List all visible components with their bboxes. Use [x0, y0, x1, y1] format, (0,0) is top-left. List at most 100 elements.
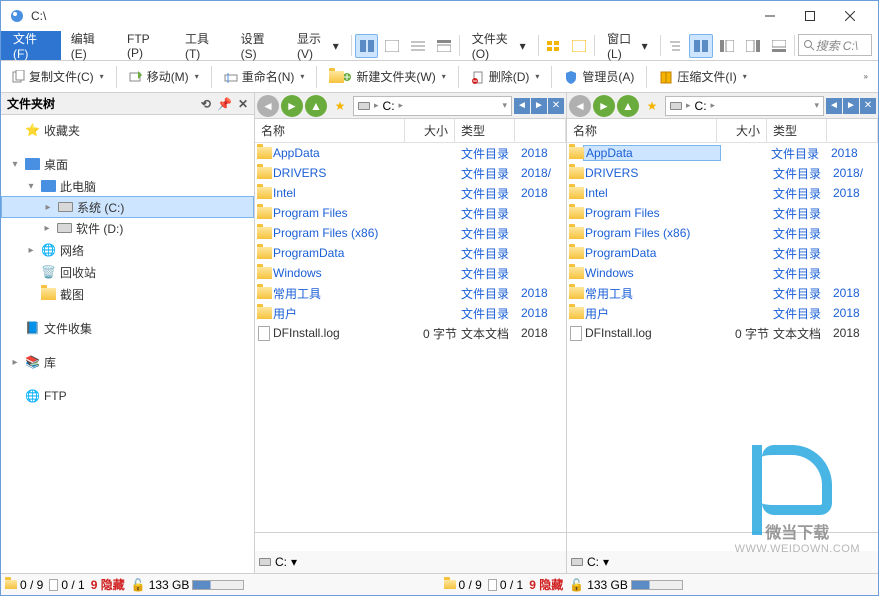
- list-item[interactable]: Windows 文件目录: [255, 263, 566, 283]
- folder-icon: [569, 227, 584, 239]
- menu-window[interactable]: 窗口(L)▾: [597, 31, 658, 60]
- library-icon: 📚: [25, 355, 40, 369]
- list-item[interactable]: DRIVERS 文件目录 2018/: [567, 163, 878, 183]
- move-button[interactable]: 移动(M)▾: [123, 65, 205, 89]
- layout-single-button[interactable]: [380, 34, 404, 58]
- tree-body[interactable]: ⭐收藏夹 ▾桌面 ▾此电脑 ▸系统 (C:) ▸软件 (D:) ▸🌐网络 🗑️回…: [1, 115, 254, 573]
- list-item[interactable]: Program Files 文件目录: [255, 203, 566, 223]
- admin-button[interactable]: 管理员(A): [558, 65, 640, 89]
- menu-settings[interactable]: 设置(S): [231, 31, 287, 60]
- nav-forward-button[interactable]: ►: [281, 95, 303, 117]
- col-type: 类型: [455, 119, 515, 142]
- tree-close-icon[interactable]: ✕: [238, 97, 248, 111]
- list-item[interactable]: AppData 文件目录 2018: [255, 143, 566, 163]
- tree-favorites[interactable]: ⭐收藏夹: [1, 119, 254, 141]
- nav-favorite-button[interactable]: ★: [329, 95, 351, 117]
- tree-desktop[interactable]: ▾桌面: [1, 153, 254, 175]
- list-item[interactable]: Program Files (x86) 文件目录: [255, 223, 566, 243]
- list-item[interactable]: Intel 文件目录 2018: [567, 183, 878, 203]
- ftp-icon: 🌐: [25, 389, 40, 403]
- tree-thispc[interactable]: ▾此电脑: [1, 175, 254, 197]
- list-item[interactable]: ProgramData 文件目录: [567, 243, 878, 263]
- nav-forward-button[interactable]: ►: [593, 95, 615, 117]
- path-bar[interactable]: ▸C:▸ ▾: [353, 96, 512, 116]
- folder-icon: [257, 287, 272, 299]
- menubar: 文件(F) 编辑(E) FTP (P) 工具(T) 设置(S) 显示(V)▾ 文…: [1, 31, 878, 61]
- tree-filecollect[interactable]: 📘文件收集: [1, 317, 254, 339]
- list-item[interactable]: Windows 文件目录: [567, 263, 878, 283]
- status-files: 0 / 1: [488, 578, 523, 592]
- menu-ftp[interactable]: FTP (P): [117, 31, 175, 60]
- panel-left-button[interactable]: [715, 34, 739, 58]
- view-icons-button[interactable]: [542, 34, 566, 58]
- folder-icon: [569, 307, 584, 319]
- menu-file[interactable]: 文件(F): [1, 31, 61, 60]
- layout-dual-button[interactable]: [355, 34, 379, 58]
- panel-bottom-button[interactable]: [767, 34, 791, 58]
- path-bar[interactable]: ▸C:▸ ▾: [665, 96, 824, 116]
- column-header[interactable]: 名称 大小 类型: [567, 119, 878, 143]
- folder-icon: [257, 307, 272, 319]
- nav-up-button[interactable]: ▲: [617, 95, 639, 117]
- rename-button[interactable]: 重命名(N)▾: [218, 65, 311, 89]
- panel-split-button[interactable]: [689, 34, 713, 58]
- nav-end-buttons[interactable]: ◄►✕: [514, 98, 564, 114]
- compress-button[interactable]: 压缩文件(I)▾: [653, 65, 752, 89]
- list-item[interactable]: DFInstall.log 0 字节 文本文档 2018: [567, 323, 878, 343]
- nav-up-button[interactable]: ▲: [305, 95, 327, 117]
- list-item[interactable]: Program Files (x86) 文件目录: [567, 223, 878, 243]
- desktop-icon: [25, 158, 40, 170]
- list-item[interactable]: DFInstall.log 0 字节 文本文档 2018: [255, 323, 566, 343]
- menu-folders[interactable]: 文件夹(O)▾: [462, 31, 536, 60]
- column-header[interactable]: 名称 大小 类型: [255, 119, 566, 143]
- list-item[interactable]: 常用工具 文件目录 2018: [567, 283, 878, 303]
- tree-recycle[interactable]: 🗑️回收站: [1, 261, 254, 283]
- menu-view[interactable]: 显示(V)▾: [287, 31, 349, 60]
- tree-ftp[interactable]: 🌐FTP: [1, 385, 254, 407]
- tree-library[interactable]: ▸📚库: [1, 351, 254, 373]
- col-size: 大小: [717, 119, 767, 142]
- nav-end-buttons[interactable]: ◄►✕: [826, 98, 876, 114]
- status-hidden: 9 隐藏: [91, 576, 125, 593]
- drive-bar[interactable]: C:▾: [255, 551, 566, 573]
- list-item[interactable]: ProgramData 文件目录: [255, 243, 566, 263]
- watermark-logo-icon: [762, 445, 832, 515]
- tree-pin-icon[interactable]: 📌: [217, 97, 232, 111]
- nav-back-button[interactable]: ◄: [569, 95, 591, 117]
- list-item[interactable]: Program Files 文件目录: [567, 203, 878, 223]
- layout-list-button[interactable]: [406, 34, 430, 58]
- menu-tools[interactable]: 工具(T): [175, 31, 231, 60]
- tree-sync-icon[interactable]: ⟲: [201, 97, 211, 111]
- tree-drive-d[interactable]: ▸软件 (D:): [1, 217, 254, 239]
- tree-network[interactable]: ▸🌐网络: [1, 239, 254, 261]
- copy-button[interactable]: 复制文件(C)▾: [5, 65, 110, 89]
- panel-right-button[interactable]: [741, 34, 765, 58]
- folder-icon: [329, 71, 344, 83]
- maximize-button[interactable]: [790, 2, 830, 30]
- list-item[interactable]: DRIVERS 文件目录 2018/: [255, 163, 566, 183]
- nav-favorite-button[interactable]: ★: [641, 95, 663, 117]
- list-item[interactable]: 用户 文件目录 2018: [255, 303, 566, 323]
- close-button[interactable]: [830, 2, 870, 30]
- delete-button[interactable]: 删除(D)▾: [465, 65, 546, 89]
- nav-back-button[interactable]: ◄: [257, 95, 279, 117]
- status-disk: 🔓133 GB: [131, 578, 245, 592]
- menu-edit[interactable]: 编辑(E): [61, 31, 117, 60]
- layout-detail-button[interactable]: [432, 34, 456, 58]
- search-input[interactable]: 搜索 C:\: [798, 34, 872, 56]
- folder-icon: [257, 267, 272, 279]
- list-item[interactable]: 用户 文件目录 2018: [567, 303, 878, 323]
- list-item[interactable]: 常用工具 文件目录 2018: [255, 283, 566, 303]
- tree-drive-c[interactable]: ▸系统 (C:): [1, 196, 254, 218]
- list-item[interactable]: AppData 文件目录 2018: [567, 143, 878, 163]
- newfolder-button[interactable]: 新建文件夹(W)▾: [323, 65, 451, 89]
- file-list[interactable]: AppData 文件目录 2018 DRIVERS 文件目录 2018/ Int…: [255, 143, 566, 532]
- list-item[interactable]: Intel 文件目录 2018: [255, 183, 566, 203]
- col-type: 类型: [767, 119, 827, 142]
- minimize-button[interactable]: [750, 2, 790, 30]
- tree-screenshot[interactable]: 截图: [1, 283, 254, 305]
- view-thumb-button[interactable]: [567, 34, 591, 58]
- toolbar-overflow[interactable]: »: [856, 65, 874, 89]
- panel-tree-button[interactable]: [664, 34, 688, 58]
- folder-icon: [257, 247, 272, 259]
